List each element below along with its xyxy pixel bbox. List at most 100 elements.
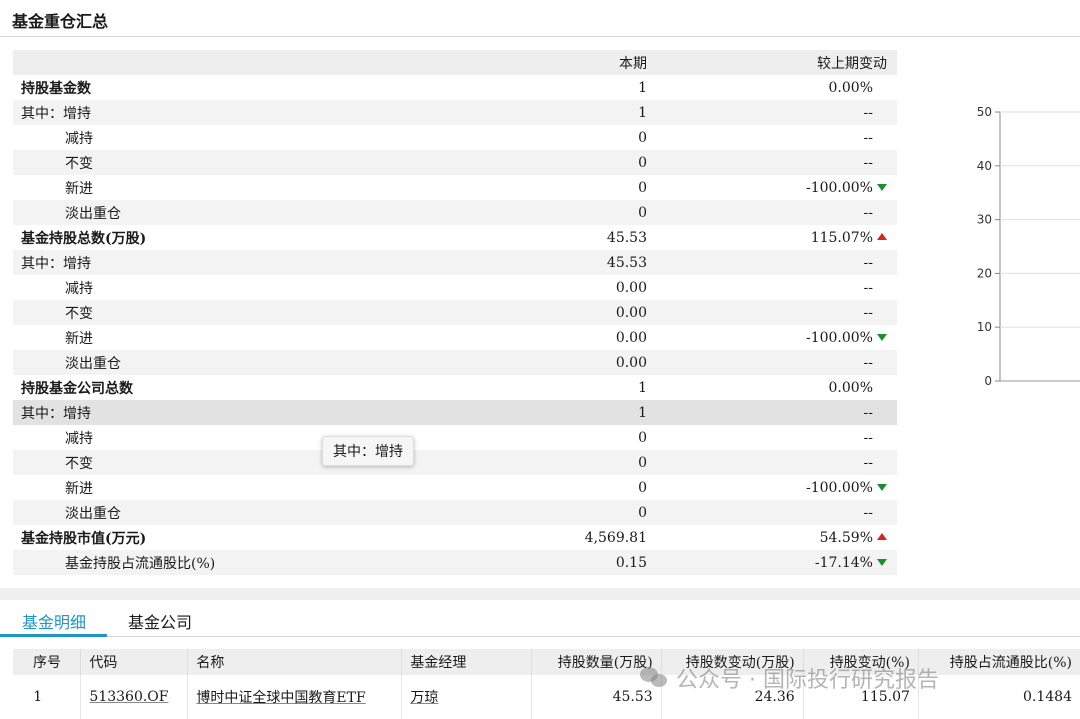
- summary-row-change-cell: --: [653, 350, 897, 375]
- summary-row-change: --: [863, 504, 873, 521]
- summary-row-label: 淡出重仓: [65, 355, 121, 372]
- summary-row[interactable]: 持股基金数 1 0.00%: [13, 75, 897, 100]
- cell-shares: 45.53: [531, 675, 662, 719]
- col-header-index[interactable]: 序号: [13, 649, 81, 675]
- summary-row[interactable]: 减持 0 --: [13, 425, 897, 450]
- summary-row-label: 持股基金公司总数: [21, 380, 133, 397]
- summary-row-label: 基金持股市值(万元): [21, 530, 147, 547]
- summary-row[interactable]: 基金持股占流通股比(%) 0.15 -17.14%: [13, 550, 897, 575]
- summary-row-change: --: [863, 454, 873, 471]
- summary-row[interactable]: 新进 0 -100.00%: [13, 175, 897, 200]
- tab-fund-company[interactable]: 基金公司: [128, 609, 192, 633]
- summary-row-change: --: [863, 404, 873, 421]
- summary-row[interactable]: 新进 0 -100.00%: [13, 475, 897, 500]
- summary-row-change-cell: 54.59%: [653, 525, 897, 550]
- summary-row-current: 1: [638, 404, 647, 421]
- summary-row-change: -100.00%: [805, 479, 873, 496]
- summary-row-label: 不变: [65, 305, 93, 322]
- summary-row-change: --: [863, 304, 873, 321]
- summary-row-change-cell: --: [653, 425, 897, 450]
- summary-row-current: 1: [638, 79, 647, 96]
- summary-row[interactable]: 其中：增持 45.53 --: [13, 250, 897, 275]
- summary-row-label: 其中：增持: [21, 105, 91, 122]
- summary-header-current: 本期: [619, 55, 647, 72]
- summary-row-label: 淡出重仓: [65, 205, 121, 222]
- summary-row[interactable]: 不变 0.00 --: [13, 300, 897, 325]
- y-tick-label: 30: [977, 213, 992, 227]
- summary-row-change-cell: 115.07%: [653, 225, 897, 250]
- fund-name-link[interactable]: 博时中证全球中国教育ETF: [196, 690, 365, 706]
- summary-row-label: 基金持股总数(万股): [21, 230, 147, 247]
- summary-row-current: 0.00: [615, 279, 647, 296]
- col-header-code[interactable]: 代码: [80, 649, 188, 675]
- summary-row-change-cell: -100.00%: [653, 475, 897, 500]
- summary-row-change: --: [863, 204, 873, 221]
- y-tick-label: 20: [977, 266, 992, 280]
- y-tick-label: 10: [977, 320, 992, 334]
- summary-row[interactable]: 基金持股市值(万元) 4,569.81 54.59%: [13, 525, 897, 550]
- summary-row-current: 0.00: [615, 304, 647, 321]
- title-divider: [0, 36, 1080, 37]
- trend-down-icon: [877, 333, 887, 341]
- fund-detail-table: 序号 代码 名称 基金经理 持股数量(万股) 持股数变动(万股) 持股变动(%)…: [13, 649, 1080, 719]
- col-header-change-pct[interactable]: 持股变动(%): [802, 649, 919, 675]
- col-header-shares[interactable]: 持股数量(万股): [531, 649, 662, 675]
- summary-row-label: 新进: [65, 480, 93, 497]
- table-row: 1 513360.OF 博时中证全球中国教育ETF 万琼 45.53 24.36…: [13, 675, 1080, 719]
- summary-row-change-cell: -100.00%: [653, 175, 897, 200]
- col-header-share-change[interactable]: 持股数变动(万股): [660, 649, 804, 675]
- summary-row[interactable]: 淡出重仓 0 --: [13, 200, 897, 225]
- summary-row-change: -100.00%: [805, 329, 873, 346]
- y-tick-label: 50: [977, 105, 992, 119]
- summary-row[interactable]: 减持 0 --: [13, 125, 897, 150]
- summary-row-change-cell: -17.14%: [653, 550, 897, 575]
- summary-row[interactable]: 持股基金公司总数 1 0.00%: [13, 375, 897, 400]
- summary-row-current: 0: [638, 154, 647, 171]
- summary-row[interactable]: 新进 0.00 -100.00%: [13, 325, 897, 350]
- col-header-manager[interactable]: 基金经理: [401, 649, 532, 675]
- summary-row[interactable]: 淡出重仓 0.00 --: [13, 350, 897, 375]
- summary-row-label: 减持: [65, 130, 93, 147]
- cell-share-change: 24.36: [660, 675, 804, 719]
- summary-row-change: 54.59%: [819, 529, 873, 546]
- summary-row[interactable]: 减持 0.00 --: [13, 275, 897, 300]
- summary-row[interactable]: 基金持股总数(万股) 45.53 115.07%: [13, 225, 897, 250]
- summary-row-change-cell: --: [653, 400, 897, 425]
- col-header-name[interactable]: 名称: [187, 649, 402, 675]
- row-tooltip: 其中：增持: [322, 436, 414, 466]
- summary-header-change: 较上期变动: [817, 55, 887, 72]
- cell-index: 1: [33, 689, 43, 705]
- summary-row-label: 基金持股占流通股比(%): [65, 555, 216, 572]
- summary-row[interactable]: 不变 0 --: [13, 450, 897, 475]
- tab-fund-detail[interactable]: 基金明细: [22, 609, 86, 633]
- summary-row-change-cell: --: [653, 250, 897, 275]
- summary-row-current: 0: [638, 129, 647, 146]
- summary-row-label: 新进: [65, 180, 93, 197]
- trend-down-icon: [877, 558, 887, 566]
- col-header-float-ratio[interactable]: 持股占流通股比(%): [917, 649, 1080, 675]
- summary-row-current: 4,569.81: [584, 529, 647, 546]
- summary-row[interactable]: 其中：增持 1 --: [13, 100, 897, 125]
- axis-chart: 50 40 30 20 10 0: [977, 105, 1080, 388]
- summary-row-change: 115.07%: [810, 229, 873, 246]
- summary-row[interactable]: 淡出重仓 0 --: [13, 500, 897, 525]
- summary-row-change-cell: --: [653, 150, 897, 175]
- fund-code-link[interactable]: 513360.OF: [89, 689, 168, 705]
- detail-header-row: 序号 代码 名称 基金经理 持股数量(万股) 持股数变动(万股) 持股变动(%)…: [13, 649, 1080, 675]
- summary-row-change: -17.14%: [814, 554, 873, 571]
- summary-row-change: --: [863, 354, 873, 371]
- tab-bar: 基金明细 基金公司: [0, 603, 1080, 637]
- summary-row-current: 0: [638, 504, 647, 521]
- summary-row-change: --: [863, 279, 873, 296]
- summary-row-label: 持股基金数: [21, 80, 91, 97]
- summary-row-change-cell: 0.00%: [653, 375, 897, 400]
- summary-row-current: 0.15: [615, 554, 647, 571]
- summary-row-change: --: [863, 129, 873, 146]
- fund-manager-link[interactable]: 万琼: [410, 690, 438, 706]
- summary-row[interactable]: 其中：增持 1 --: [13, 400, 897, 425]
- y-tick-label: 40: [977, 159, 992, 173]
- summary-row[interactable]: 不变 0 --: [13, 150, 897, 175]
- summary-row-change-cell: --: [653, 300, 897, 325]
- summary-header-row: 本期 较上期变动: [13, 50, 897, 75]
- summary-row-current: 1: [638, 104, 647, 121]
